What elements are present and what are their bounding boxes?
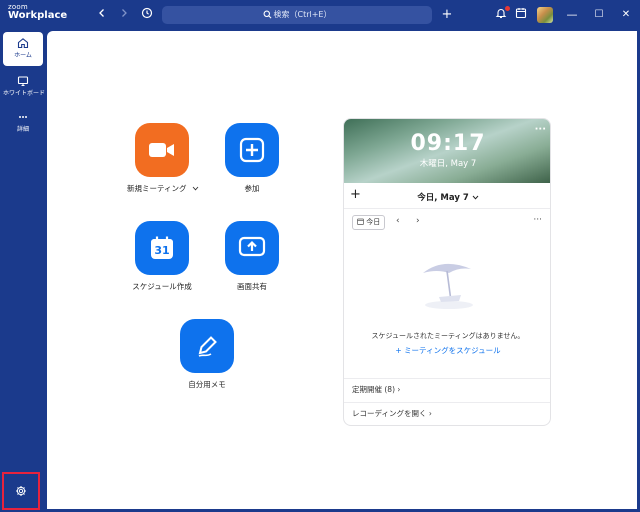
recordings-label: レコーディングを開く xyxy=(352,409,427,418)
today-button-label: 今日 xyxy=(366,218,381,226)
chevron-left-icon xyxy=(99,9,104,17)
new-meeting-action[interactable]: 新規ミーティング xyxy=(127,123,199,194)
sidebar-item-label: ホワイトボード xyxy=(3,90,46,97)
video-camera-icon xyxy=(149,143,174,157)
share-screen-label: 画面共有 xyxy=(237,282,267,291)
notes-label: 自分用メモ xyxy=(188,380,226,389)
calendar-icon xyxy=(357,218,364,225)
pen-icon xyxy=(198,336,217,357)
notification-badge xyxy=(505,6,510,11)
minimize-button[interactable]: — xyxy=(564,7,580,23)
history-icon xyxy=(141,7,153,19)
clock-date: 木曜日, May 7 xyxy=(419,159,477,169)
sidebar-item-whiteboard[interactable]: ホワイトボード xyxy=(3,70,46,104)
home-icon xyxy=(17,38,29,49)
avatar[interactable] xyxy=(537,7,553,23)
notes-action[interactable]: 自分用メモ xyxy=(172,319,242,390)
empty-message: スケジュールされたミーティングはありません。 xyxy=(371,332,525,340)
join-label: 参加 xyxy=(244,184,260,193)
close-button[interactable]: ✕ xyxy=(618,7,634,23)
share-screen-button[interactable] xyxy=(225,221,279,275)
calendar-hero-image: 09:17 木曜日, May 7 ··· xyxy=(344,119,550,183)
chevron-right-icon xyxy=(122,9,127,17)
sidebar-item-more[interactable]: 詳細 xyxy=(3,106,43,140)
forward-button[interactable] xyxy=(116,7,132,23)
chevron-right-icon: › xyxy=(397,385,401,394)
app-logo: zoom Workplace xyxy=(8,4,67,21)
sidebar-item-label: 詳細 xyxy=(16,126,29,133)
title-bar: zoom Workplace 検索（Ctrl+E） + — ☐ ✕ xyxy=(0,0,640,30)
more-icon xyxy=(19,116,27,118)
schedule-meeting-link[interactable]: + ミーティングをスケジュール xyxy=(344,345,550,356)
calendar-day: 31 xyxy=(154,243,170,257)
open-recordings-row[interactable]: レコーディングを開く › xyxy=(344,402,550,425)
calendar-header-date: 今日, May 7 xyxy=(417,193,469,203)
prev-day-button[interactable]: ‹ xyxy=(396,216,400,226)
main-panel: 新規ミーティング 参加 31 スケジュール作成 画面共有 自分用メモ 09:17… xyxy=(47,31,637,509)
next-day-button[interactable]: › xyxy=(416,216,420,226)
notes-button[interactable] xyxy=(180,319,234,373)
history-button[interactable] xyxy=(139,7,155,23)
calendar-icon xyxy=(515,8,527,19)
new-meeting-label: 新規ミーティング xyxy=(127,184,187,193)
join-button[interactable] xyxy=(225,123,279,177)
today-button[interactable]: 今日 xyxy=(352,215,386,230)
search-placeholder: 検索（Ctrl+E） xyxy=(273,10,332,19)
calendar-empty-state: スケジュールされたミーティングはありません。 + ミーティングをスケジュール xyxy=(344,237,550,377)
brand-name: Workplace xyxy=(8,10,68,21)
schedule-label: スケジュール作成 xyxy=(132,282,192,291)
sidebar-item-label: ホーム xyxy=(14,52,32,59)
share-screen-icon xyxy=(238,236,266,257)
calendar-date-picker[interactable]: 今日, May 7 xyxy=(344,191,550,203)
schedule-meeting-link-label: ミーティングをスケジュール xyxy=(404,346,501,355)
chevron-down-icon xyxy=(472,195,479,200)
whiteboard-icon xyxy=(17,76,29,87)
new-button[interactable]: + xyxy=(439,7,455,23)
chevron-right-icon: › xyxy=(428,409,432,418)
back-button[interactable] xyxy=(94,7,110,23)
beach-umbrella-icon xyxy=(423,263,473,309)
recurring-meetings-row[interactable]: 定期開催 (8) › xyxy=(344,378,550,402)
calendar-card: 09:17 木曜日, May 7 ··· + 今日, May 7 今日 ‹ › … xyxy=(343,118,551,426)
join-action[interactable]: 参加 xyxy=(217,123,287,194)
share-screen-action[interactable]: 画面共有 xyxy=(217,221,287,292)
calendar-more-button[interactable]: ··· xyxy=(533,215,542,225)
new-meeting-button[interactable] xyxy=(135,123,189,177)
calendar-button[interactable] xyxy=(513,7,529,23)
hero-more-button[interactable]: ··· xyxy=(535,124,546,135)
maximize-button[interactable]: ☐ xyxy=(591,7,607,23)
chevron-down-icon[interactable] xyxy=(192,186,199,191)
sidebar: ホーム ホワイトボード 詳細 xyxy=(0,30,46,512)
plus-square-icon xyxy=(239,137,265,163)
sidebar-item-home[interactable]: ホーム xyxy=(3,32,43,66)
recurring-label: 定期開催 (8) xyxy=(352,385,396,394)
gear-icon xyxy=(16,486,26,496)
search-input[interactable]: 検索（Ctrl+E） xyxy=(162,6,432,24)
settings-button[interactable] xyxy=(2,472,40,510)
calendar-toolbar: 今日 ‹ › ··· xyxy=(344,211,550,235)
schedule-action[interactable]: 31 スケジュール作成 xyxy=(127,221,197,292)
calendar-header: + 今日, May 7 xyxy=(344,183,550,209)
clock-time: 09:17 xyxy=(410,131,486,156)
schedule-button[interactable]: 31 xyxy=(135,221,189,275)
search-icon xyxy=(263,10,271,19)
